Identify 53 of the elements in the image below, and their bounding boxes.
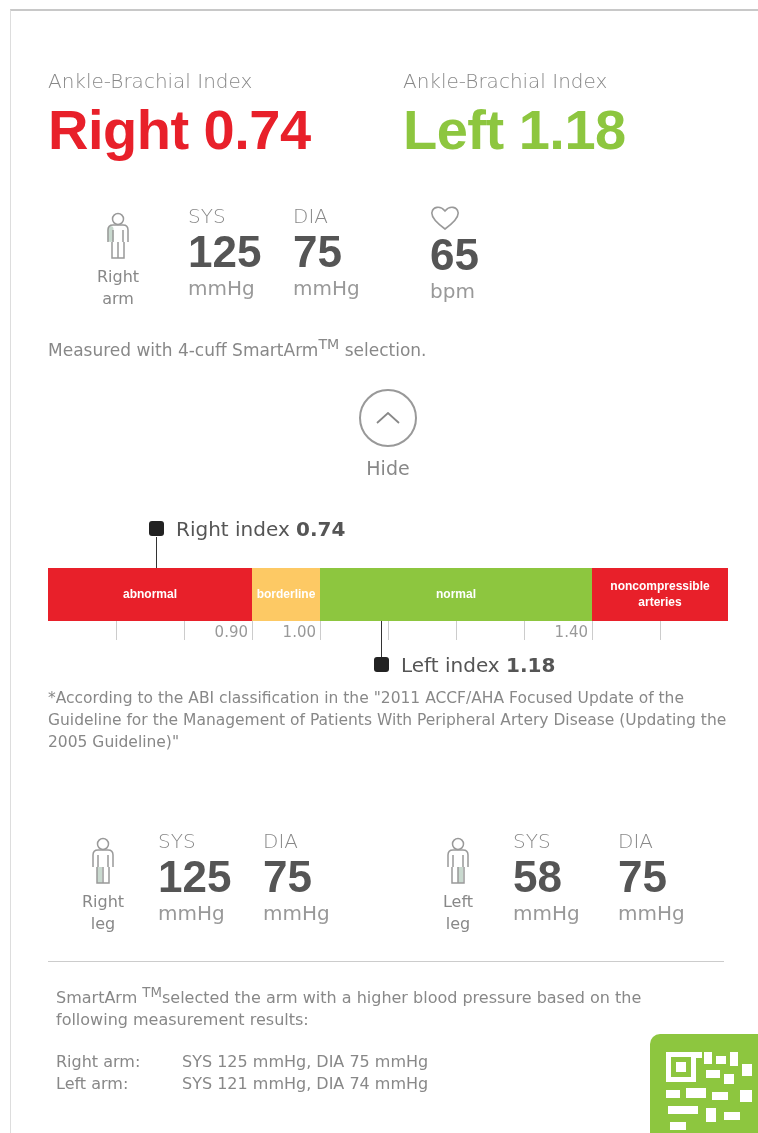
measure-value: 125	[188, 228, 263, 276]
marker-icon	[149, 521, 164, 537]
tick-label: 1.40	[554, 622, 589, 641]
measure-label: DIA	[293, 204, 329, 228]
person-icon	[444, 836, 472, 885]
index-value: Right 0.74	[48, 97, 312, 162]
result-label: Right arm:	[56, 1051, 142, 1073]
measure-label: SYS	[158, 828, 197, 853]
measure-label: SYS	[188, 204, 227, 228]
measure-label: SYS	[513, 828, 552, 853]
pulse-value: 65	[430, 231, 480, 279]
index-label: Ankle-Brachial Index	[48, 69, 254, 93]
unit-label: mmHg	[158, 900, 226, 925]
person-icon	[104, 212, 132, 260]
range-segment: abnormal	[48, 567, 252, 621]
index-marker-label: Right index 0.74	[176, 516, 346, 541]
tick-label: 0.90	[214, 622, 249, 641]
unit-label: mmHg	[513, 900, 581, 925]
limb-label: Left leg	[441, 890, 475, 935]
range-segment: normal	[320, 567, 592, 621]
unit-label: bpm	[430, 279, 476, 303]
marker-icon	[374, 657, 389, 673]
hide-label: Hide	[366, 456, 410, 479]
unit-label: mmHg	[263, 900, 331, 925]
measure-value: 58	[513, 852, 563, 901]
chevron-up-icon	[376, 411, 400, 424]
range-segment: borderline	[252, 567, 320, 621]
measure-value: 125	[158, 852, 233, 901]
qr-code-icon	[650, 1034, 758, 1133]
result-label: Left arm:	[56, 1073, 130, 1095]
limb-label: Right arm	[95, 266, 141, 310]
measure-label: DIA	[618, 828, 654, 853]
smartarm-text: SmartArm $^{TM}$selected the arm with a higher blood pressure based on the following measurement results:	[56, 983, 643, 1031]
result-value: SYS 121 mmHg, DIA 74 mmHg	[182, 1073, 429, 1095]
measure-value: 75	[263, 852, 313, 901]
range-segment: noncompressible arteries	[592, 567, 728, 621]
index-label: Ankle-Brachial Index	[403, 69, 609, 93]
unit-label: mmHg	[188, 276, 256, 300]
measure-value: 75	[618, 852, 668, 901]
unit-label: mmHg	[293, 276, 361, 300]
unit-label: mmHg	[618, 900, 686, 925]
footnote: *According to the ABI classification in the "2011 ACCF/AHA Focused Update of the Guideline for the Management of Patients With Peripheral Artery Disease (Updating the 2005 Guideline)"	[48, 687, 728, 753]
person-icon	[89, 836, 117, 885]
index-value: Left 1.18	[403, 97, 627, 162]
measurement-note: Measured with 4-cuff SmartArm$^{TM}$ selection.	[48, 336, 428, 360]
collapse-button[interactable]	[359, 388, 417, 447]
measure-label: DIA	[263, 828, 299, 853]
tick-label: 1.00	[282, 622, 317, 641]
index-marker-label: Left index 1.18	[401, 652, 556, 677]
measure-value: 75	[293, 228, 343, 276]
limb-label: Right leg	[80, 890, 126, 935]
result-value: SYS 125 mmHg, DIA 75 mmHg	[182, 1051, 429, 1073]
heart-icon	[430, 205, 460, 231]
